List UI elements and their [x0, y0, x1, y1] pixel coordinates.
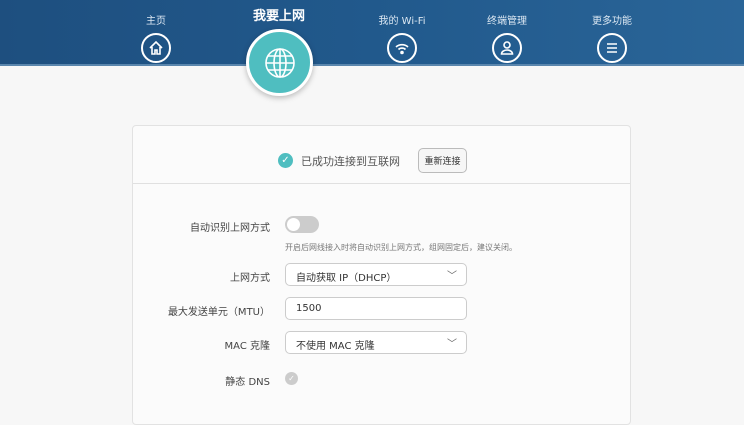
auto-detect-hint: 开启后网线接入时将自动识别上网方式，组网固定后，建议关闭。 — [285, 243, 517, 252]
mtu-input[interactable]: 1500 — [285, 297, 467, 320]
mtu-label: 最大发送单元（MTU） — [167, 307, 270, 318]
nav-internet-label: 我要上网 — [252, 9, 305, 24]
auto-detect-label: 自动识别上网方式 — [190, 223, 270, 234]
mode-select[interactable]: 自动获取 IP（DHCP） ﹀ — [285, 263, 467, 286]
status-text: 已成功连接到互联网 — [301, 155, 400, 168]
nav-home[interactable]: 主页 — [116, 12, 196, 63]
chevron-down-icon: ﹀ — [447, 339, 457, 350]
home-icon — [141, 33, 171, 63]
nav-devices-label: 终端管理 — [487, 16, 527, 27]
nav-wifi[interactable]: 我的 Wi-Fi — [362, 12, 442, 63]
nav-more[interactable]: 更多功能 — [572, 12, 652, 63]
internet-settings-card: ✓ 已成功连接到互联网 重新连接 自动识别上网方式 开启后网线接入时将自动识别上… — [132, 125, 631, 425]
user-icon — [492, 33, 522, 63]
wifi-icon — [387, 33, 417, 63]
mtu-value: 1500 — [296, 303, 322, 314]
nav-more-label: 更多功能 — [592, 16, 632, 27]
chevron-down-icon: ﹀ — [447, 271, 457, 282]
globe-icon — [264, 47, 295, 78]
mode-value: 自动获取 IP（DHCP） — [296, 273, 397, 284]
mode-label: 上网方式 — [230, 273, 270, 284]
mac-clone-select[interactable]: 不使用 MAC 克隆 ﹀ — [285, 331, 467, 354]
nav-home-label: 主页 — [146, 16, 166, 27]
static-dns-checkbox[interactable]: ✓ — [285, 372, 298, 385]
mac-clone-value: 不使用 MAC 克隆 — [296, 341, 375, 352]
static-dns-label: 静态 DNS — [225, 377, 270, 388]
nav-devices[interactable]: 终端管理 — [467, 12, 547, 63]
mac-clone-label: MAC 克隆 — [224, 341, 270, 352]
check-icon: ✓ — [278, 153, 293, 168]
nav-internet[interactable] — [246, 29, 313, 96]
menu-icon — [597, 33, 627, 63]
auto-detect-toggle[interactable] — [285, 216, 319, 233]
reconnect-button[interactable]: 重新连接 — [418, 148, 467, 173]
top-nav-bar: 主页 我的 Wi-Fi 终端管理 更多功能 我要上网 — [0, 0, 744, 66]
connection-status: ✓ 已成功连接到互联网 重新连接 — [133, 126, 630, 184]
nav-wifi-label: 我的 Wi-Fi — [378, 16, 426, 27]
